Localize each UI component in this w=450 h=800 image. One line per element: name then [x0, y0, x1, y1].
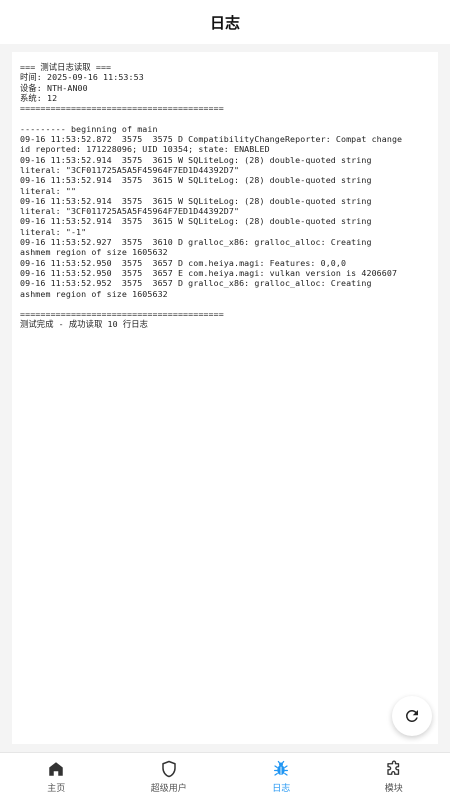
tab-superuser[interactable]: 超级用户	[113, 753, 226, 800]
top-app-bar: 日志	[0, 0, 450, 44]
tab-logs-label: 日志	[272, 784, 291, 794]
refresh-button[interactable]	[392, 696, 432, 736]
puzzle-icon	[387, 760, 399, 775]
tab-logs[interactable]: 日志	[225, 753, 338, 800]
log-text: === 测试日志读取 === 时间: 2025-09-16 11:53:53 设…	[20, 62, 403, 330]
bug-icon	[274, 760, 289, 776]
bottom-navigation: 主页 超级用户 日志 模块	[0, 752, 450, 800]
tab-modules-label: 模块	[384, 784, 403, 794]
app-root: 日志 === 测试日志读取 === 时间: 2025-09-16 11:53:5…	[0, 0, 450, 800]
tab-superuser-label: 超级用户	[150, 784, 187, 794]
log-panel[interactable]: === 测试日志读取 === 时间: 2025-09-16 11:53:53 设…	[12, 52, 438, 744]
tab-home[interactable]: 主页	[0, 753, 113, 800]
page-title: 日志	[209, 13, 240, 32]
tab-modules[interactable]: 模块	[338, 753, 450, 800]
home-icon	[49, 762, 63, 776]
tab-home-label: 主页	[47, 784, 66, 794]
refresh-icon	[405, 710, 418, 722]
shield-icon	[162, 760, 176, 778]
